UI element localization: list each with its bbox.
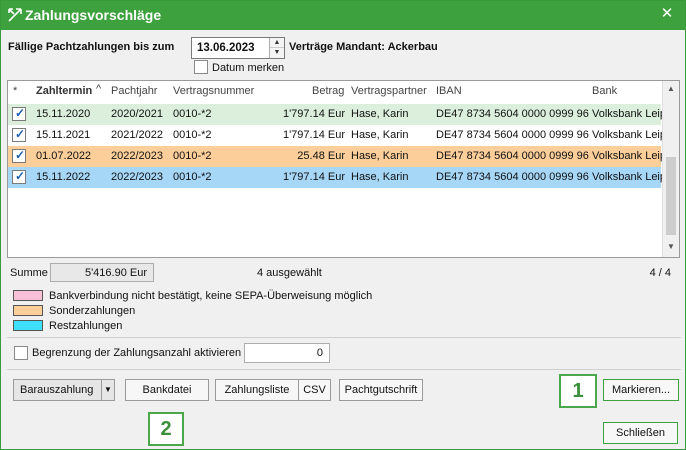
title-bar: Zahlungsvorschläge ✕: [1, 1, 685, 30]
limit-label: Begrenzung der Zahlungsanzahl aktivieren: [32, 347, 242, 359]
table-row[interactable]: ✓ 15.11.2022 2022/2023 0010-*2 1'797.14 …: [8, 167, 666, 188]
cell-lease-year: 2020/2021: [111, 108, 163, 120]
cell-partner: Hase, Karin: [351, 129, 409, 141]
cell-bank: Volksbank Leip: [592, 129, 666, 141]
cell-iban: DE47 8734 5604 0000 0999 96: [436, 171, 589, 183]
sort-asc-icon: ^: [96, 83, 102, 95]
cell-iban: DE47 8734 5604 0000 0999 96: [436, 150, 589, 162]
mark-button[interactable]: Markieren...: [603, 379, 679, 401]
lease-credit-button[interactable]: Pachtgutschrift: [339, 379, 423, 401]
row-checkbox[interactable]: ✓: [12, 106, 26, 121]
annotation-badge-1: 1: [559, 374, 597, 408]
vertical-scrollbar[interactable]: ▲ ▼: [662, 81, 679, 257]
cell-bank: Volksbank Leip: [592, 171, 666, 183]
cell-contract-no: 0010-*2: [173, 108, 212, 120]
col-contract-no[interactable]: Vertragsnummer: [173, 85, 254, 97]
scroll-up-icon[interactable]: ▲: [663, 81, 679, 97]
contracts-label: Verträge Mandant: Ackerbau: [289, 41, 438, 53]
payments-grid: * Zahltermin ^ Pachtjahr Vertragsnummer …: [7, 80, 680, 258]
legend-swatch-special: [13, 305, 43, 316]
spin-up-icon[interactable]: ▲: [270, 38, 284, 48]
col-lease-year[interactable]: Pachtjahr: [111, 85, 157, 97]
split-arrows-icon: [8, 8, 22, 22]
date-spinner[interactable]: ▲ ▼: [269, 38, 284, 58]
cell-amount: 1'797.14 Eur: [282, 108, 345, 120]
legend-swatch-unconfirmed: [13, 290, 43, 301]
row-checkbox[interactable]: ✓: [12, 127, 26, 142]
row-checkbox[interactable]: ✓: [12, 148, 26, 163]
cell-due-date: 15.11.2020: [36, 108, 91, 120]
col-due-date[interactable]: Zahltermin: [36, 85, 92, 97]
csv-button[interactable]: CSV: [298, 379, 331, 401]
cell-contract-no: 0010-*2: [173, 171, 212, 183]
due-date-label: Fällige Pachtzahlungen bis zum: [8, 41, 175, 53]
selected-count: 4 ausgewählt: [257, 267, 322, 279]
check-icon: ✓: [15, 169, 26, 183]
annotation-badge-2: 2: [148, 412, 184, 446]
chevron-down-icon[interactable]: ▼: [101, 379, 115, 401]
col-amount[interactable]: Betrag: [312, 85, 344, 97]
cell-contract-no: 0010-*2: [173, 129, 212, 141]
payment-proposals-dialog: Zahlungsvorschläge ✕ Fällige Pachtzahlun…: [0, 0, 686, 450]
check-icon: ✓: [15, 127, 26, 141]
cell-bank: Volksbank Leip: [592, 150, 666, 162]
cell-amount: 25.48 Eur: [297, 150, 345, 162]
window-title: Zahlungsvorschläge: [25, 7, 162, 23]
cell-partner: Hase, Karin: [351, 150, 409, 162]
table-row[interactable]: ✓ 15.11.2020 2020/2021 0010-*2 1'797.14 …: [8, 104, 666, 125]
limit-count-input[interactable]: 0: [244, 343, 330, 363]
cell-due-date: 15.11.2022: [36, 171, 91, 183]
cell-lease-year: 2022/2023: [111, 171, 163, 183]
due-date-field[interactable]: 13.06.2023 ▲ ▼: [191, 37, 285, 59]
payment-list-button[interactable]: Zahlungsliste: [215, 379, 299, 401]
col-iban[interactable]: IBAN: [436, 85, 462, 97]
close-button[interactable]: Schließen: [603, 422, 678, 444]
scroll-down-icon[interactable]: ▼: [663, 239, 679, 255]
table-row[interactable]: ✓ 15.11.2021 2021/2022 0010-*2 1'797.14 …: [8, 125, 666, 146]
limit-checkbox[interactable]: [14, 346, 28, 360]
col-select[interactable]: *: [13, 85, 17, 97]
divider: [7, 337, 681, 338]
cell-due-date: 15.11.2021: [36, 129, 91, 141]
remember-date-label: Datum merken: [212, 62, 285, 74]
limit-count-value: 0: [316, 347, 323, 359]
sum-field: 5'416.90 Eur: [50, 263, 154, 282]
check-icon: ✓: [15, 148, 26, 162]
scroll-thumb[interactable]: [666, 157, 676, 235]
grid-header: * Zahltermin ^ Pachtjahr Vertragsnummer …: [8, 81, 663, 101]
divider: [7, 369, 681, 370]
cell-lease-year: 2022/2023: [111, 150, 163, 162]
close-icon[interactable]: ✕: [659, 6, 675, 22]
legend-swatch-remaining: [13, 320, 43, 331]
due-date-value: 13.06.2023: [197, 42, 255, 54]
sum-value: 5'416.90 Eur: [84, 267, 147, 279]
cell-iban: DE47 8734 5604 0000 0999 96: [436, 129, 589, 141]
cash-payout-button[interactable]: Barauszahlung: [13, 379, 102, 401]
cell-amount: 1'797.14 Eur: [282, 171, 345, 183]
cell-due-date: 01.07.2022: [36, 150, 92, 162]
legend-remaining-text: Restzahlungen: [49, 320, 123, 332]
cell-contract-no: 0010-*2: [173, 150, 212, 162]
cell-amount: 1'797.14 Eur: [282, 129, 345, 141]
legend-special-text: Sonderzahlungen: [49, 305, 136, 317]
legend-unconfirmed-text: Bankverbindung nicht bestätigt, keine SE…: [49, 290, 373, 302]
table-row[interactable]: ✓ 01.07.2022 2022/2023 0010-*2 25.48 Eur…: [8, 146, 666, 167]
col-bank[interactable]: Bank: [592, 85, 617, 97]
cell-partner: Hase, Karin: [351, 108, 409, 120]
cell-iban: DE47 8734 5604 0000 0999 96: [436, 108, 589, 120]
cell-bank: Volksbank Leip: [592, 108, 666, 120]
check-icon: ✓: [15, 106, 26, 120]
cell-lease-year: 2021/2022: [111, 129, 163, 141]
spin-down-icon[interactable]: ▼: [270, 48, 284, 58]
remember-date-checkbox[interactable]: [194, 60, 208, 74]
row-checkbox[interactable]: ✓: [12, 169, 26, 184]
bank-file-button[interactable]: Bankdatei: [125, 379, 209, 401]
col-partner[interactable]: Vertragspartner: [351, 85, 427, 97]
sum-label: Summe: [10, 267, 48, 279]
cell-partner: Hase, Karin: [351, 171, 409, 183]
record-counter: 4 / 4: [649, 267, 671, 279]
